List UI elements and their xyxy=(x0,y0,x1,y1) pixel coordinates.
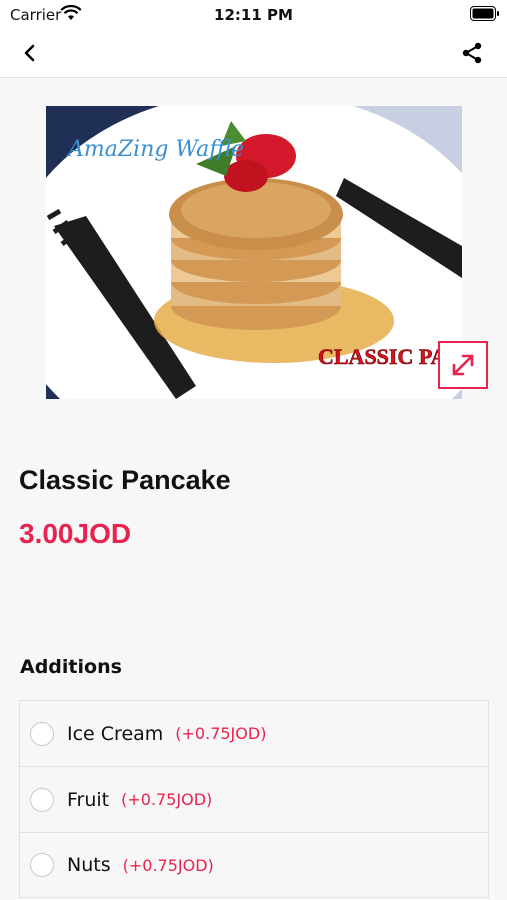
additions-list: Ice Cream (+0.75JOD) Fruit (+0.75JOD) Nu… xyxy=(19,700,489,898)
expand-icon xyxy=(452,354,474,376)
radio-button[interactable] xyxy=(30,787,54,812)
chevron-left-icon xyxy=(24,44,35,62)
battery-icon xyxy=(470,6,499,21)
radio-button[interactable] xyxy=(30,853,54,877)
addition-item-ice-cream[interactable]: Ice Cream (+0.75JOD) xyxy=(19,700,489,766)
status-bar: Carrier 12:11 PM xyxy=(0,0,507,28)
addition-price: (+0.75JOD) xyxy=(122,855,214,875)
status-time: 12:11 PM xyxy=(214,6,293,24)
product-title: Classic Pancake xyxy=(19,465,231,495)
pancake-photo: AmaZing Waffle CLASSIC PANCAKE xyxy=(46,106,462,399)
back-button[interactable] xyxy=(14,38,46,68)
addition-item-fruit[interactable]: Fruit (+0.75JOD) xyxy=(19,766,489,832)
expand-image-button[interactable] xyxy=(438,341,488,389)
product-price: 3.00JOD xyxy=(19,518,132,549)
addition-price: (+0.75JOD) xyxy=(121,790,213,809)
radio-button[interactable] xyxy=(30,721,54,746)
addition-name: Ice Cream xyxy=(67,722,164,745)
addition-name: Nuts xyxy=(67,854,111,876)
addition-item-nuts[interactable]: Nuts (+0.75JOD) xyxy=(19,832,489,898)
additions-heading: Additions xyxy=(20,656,122,678)
addition-price: (+0.75JOD) xyxy=(175,724,267,743)
share-button[interactable] xyxy=(456,38,488,68)
share-icon xyxy=(462,42,482,64)
product-image[interactable]: AmaZing Waffle CLASSIC PANCAKE xyxy=(46,106,462,399)
navigation-bar xyxy=(0,28,507,78)
addition-name: Fruit xyxy=(67,788,110,811)
image-brand-text: AmaZing Waffle xyxy=(66,137,244,162)
